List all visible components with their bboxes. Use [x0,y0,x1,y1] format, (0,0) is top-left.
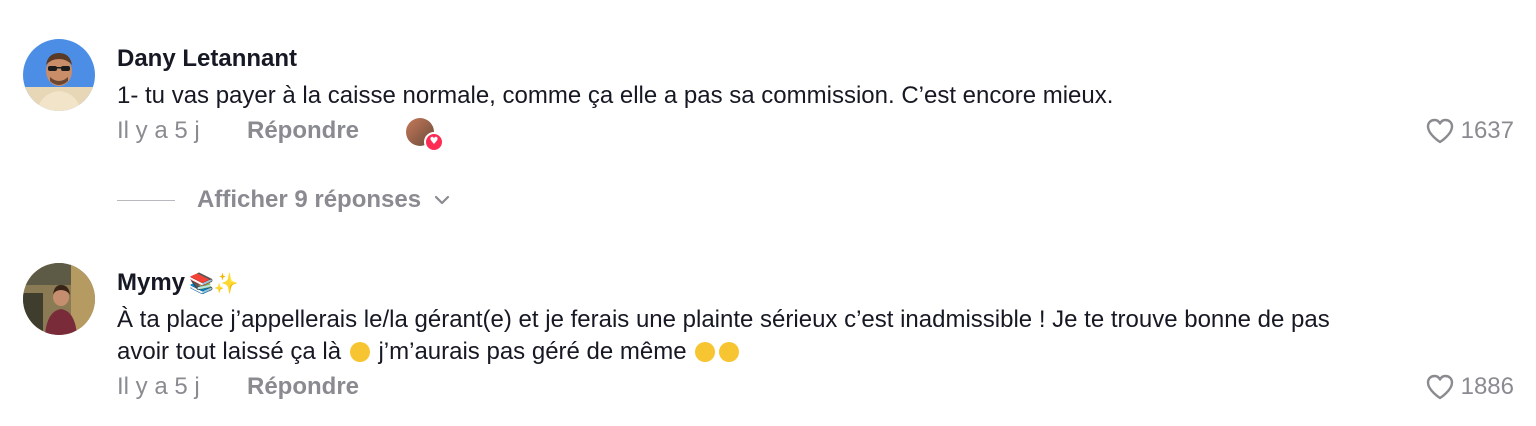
comment-text: À ta place j’appellerais le/la gérant(e)… [117,304,1477,368]
timestamp-text: Il y a 5 j [117,117,200,144]
like-button[interactable]: 1886 [1425,372,1514,402]
reply-button[interactable]: Répondre [247,116,359,146]
comment-username[interactable]: Dany Letannant [117,44,297,74]
comment-body-segment: j’m’aurais pas géré de même [378,338,687,365]
username-text[interactable]: Mymy [117,269,185,296]
loudly-crying-emoji-icon [695,342,716,362]
reply-button[interactable]: Répondre [247,372,359,402]
like-button[interactable]: 1637 [1425,116,1514,146]
view-replies-label[interactable]: Afficher 9 réponses [197,185,421,215]
heart-icon[interactable] [1425,373,1455,401]
reply-label[interactable]: Répondre [247,117,359,144]
view-replies-button[interactable]: Afficher 9 réponses [117,183,451,217]
comment-body-line: avoir tout laissé ça là j’m’aurais pas g… [117,336,1477,368]
heart-icon[interactable] [1425,117,1455,145]
like-count: 1637 [1460,117,1514,144]
grinning-squint-emoji-icon [719,342,740,362]
comment-body-segment: avoir tout laissé ça là [117,338,342,365]
creator-liked-heart-icon: ♥ [424,132,444,152]
like-count: 1886 [1460,373,1514,400]
reply-label[interactable]: Répondre [247,373,359,400]
books-sparkles-emoji-icon: 📚✨ [189,271,239,295]
avatar-image [23,39,95,111]
timestamp-text: Il y a 5 j [117,373,200,400]
avatar-image [23,263,95,335]
comment-timestamp: Il y a 5 j [117,372,200,402]
avatar[interactable] [23,263,95,335]
chevron-down-icon[interactable] [433,191,451,209]
comment-body: 1- tu vas payer à la caisse normale, com… [117,82,1114,109]
username-text[interactable]: Dany Letannant [117,45,297,72]
grinning-squint-emoji-icon [349,342,370,362]
avatar[interactable] [23,39,95,111]
replies-divider [117,199,175,201]
comment-body-line: À ta place j’appellerais le/la gérant(e)… [117,306,1330,333]
comment-timestamp: Il y a 5 j [117,116,200,146]
comment-text: 1- tu vas payer à la caisse normale, com… [117,80,1477,112]
comment-username[interactable]: Mymy 📚✨ [117,268,239,298]
